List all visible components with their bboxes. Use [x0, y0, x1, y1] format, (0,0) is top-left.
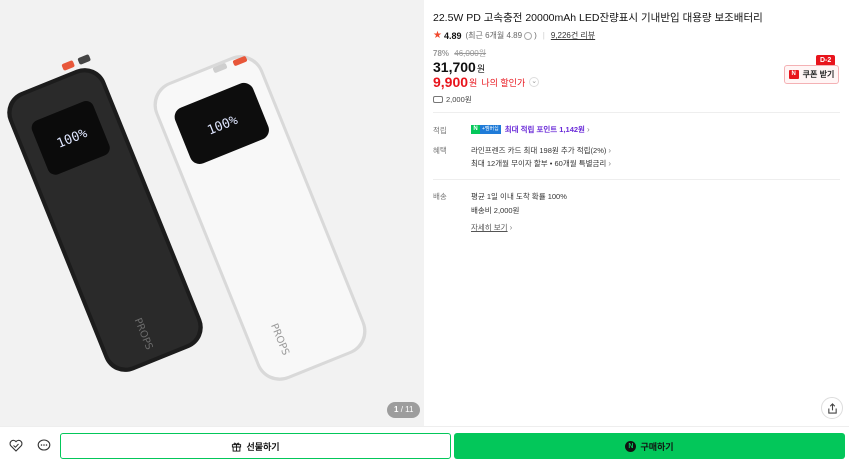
benefit-label: 혜택 — [433, 146, 447, 155]
divider — [433, 112, 840, 113]
share-button[interactable] — [821, 397, 843, 419]
product-details: 22.5W PD 고속충전 20000mAh LED잔량표시 기내반입 대용량 … — [424, 0, 849, 426]
share-icon — [827, 402, 837, 414]
gift-button[interactable]: 선물하기 — [60, 433, 451, 459]
benefit-card-row[interactable]: 라인프렌즈 카드 최대 198원 추가 적립(2%) › — [471, 145, 611, 156]
image-counter: 1 / 11 — [387, 402, 421, 418]
rating-recent: (최근 6개월 4.89 — [465, 31, 523, 40]
reward-label: 적립 — [433, 126, 447, 135]
my-discount-price: 9,900 — [433, 74, 469, 90]
my-discount-label: 나의 할인가 — [481, 77, 526, 88]
sale-price-unit: 원 — [476, 64, 486, 74]
my-discount-unit: 원 — [469, 77, 478, 88]
reward-value[interactable]: N +멤버십 최대 적립 포인트 1,142원 › — [471, 124, 590, 135]
benefit-line-1: 라인프렌즈 카드 최대 198원 추가 적립(2%) — [471, 146, 607, 155]
sale-price: 31,700 — [433, 59, 476, 75]
discount-rate: 78% — [433, 49, 450, 58]
membership-tag: +멤버십 — [480, 125, 501, 134]
points-row: 2,000원 — [433, 94, 472, 105]
shipping-label: 배송 — [433, 192, 447, 201]
chevron-down-icon[interactable]: ⌄ — [529, 77, 540, 87]
points-note: 2,000원 — [446, 95, 472, 104]
product-gallery[interactable]: 100% PROPS 100% PROPS 1 / 11 — [0, 0, 424, 426]
heart-icon — [9, 439, 23, 452]
review-count-link[interactable]: 9,226건 리뷰 — [551, 30, 595, 41]
coupon-button[interactable]: N 쿠폰 받기 — [784, 65, 839, 84]
gift-label: 선물하기 — [246, 441, 280, 452]
benefit-installment-row[interactable]: 최대 12개월 무이자 할부 • 60개월 특별금리 › — [471, 158, 611, 169]
card-icon — [433, 96, 443, 103]
original-price: 46,000원 — [454, 49, 487, 58]
chat-icon — [37, 438, 51, 451]
rating-value: 4.89 — [443, 30, 462, 41]
buy-button[interactable]: N 구매하기 — [454, 433, 845, 459]
shipping-line-1: 평균 1일 이내 도착 확률 100% — [471, 192, 567, 201]
bottom-action-bar: 선물하기 N 구매하기 — [0, 426, 849, 462]
naver-n-icon: N — [788, 70, 799, 79]
divider-bar: | — [542, 31, 545, 40]
info-icon[interactable] — [524, 31, 533, 40]
product-image: 100% PROPS 100% PROPS — [7, 54, 367, 381]
shipping-line-2: 배송비 2,000원 — [471, 206, 520, 215]
coupon-label: 쿠폰 받기 — [802, 70, 835, 79]
chevron-right-icon: › — [509, 223, 513, 232]
wishlist-button[interactable] — [5, 434, 27, 456]
chevron-right-icon: › — [608, 159, 611, 168]
detail-link[interactable]: 자세히 보기 — [471, 222, 508, 233]
image-counter-total: 11 — [405, 405, 414, 414]
talk-button[interactable] — [33, 434, 55, 456]
gift-icon — [232, 442, 242, 452]
star-icon: ★ — [433, 30, 442, 41]
chevron-right-icon: › — [586, 125, 590, 134]
rating-recent-close: ) — [534, 31, 537, 40]
rating-row: ★ 4.89 (최근 6개월 4.89 ) | 9,226건 리뷰 — [433, 30, 595, 41]
buy-label: 구매하기 — [640, 441, 674, 452]
benefit-line-2: 최대 12개월 무이자 할부 • 60개월 특별금리 — [471, 159, 607, 168]
reward-text: 최대 적립 포인트 1,142원 — [504, 125, 585, 134]
product-title: 22.5W PD 고속충전 20000mAh LED잔량표시 기내반입 대용량 … — [433, 12, 763, 24]
npay-membership-badge: N +멤버십 — [471, 125, 501, 134]
price-original-row: 78% 46,000원 — [433, 48, 486, 59]
naver-pay-icon: N — [625, 440, 637, 452]
my-discount-row[interactable]: 9,900 원 나의 할인가 ⌄ — [433, 74, 540, 90]
detail-link-row[interactable]: 자세히 보기 › — [471, 222, 512, 233]
image-counter-current: 1 — [394, 405, 399, 414]
npay-n-icon: N — [471, 125, 480, 134]
divider — [433, 179, 840, 180]
chevron-right-icon: › — [608, 146, 612, 155]
